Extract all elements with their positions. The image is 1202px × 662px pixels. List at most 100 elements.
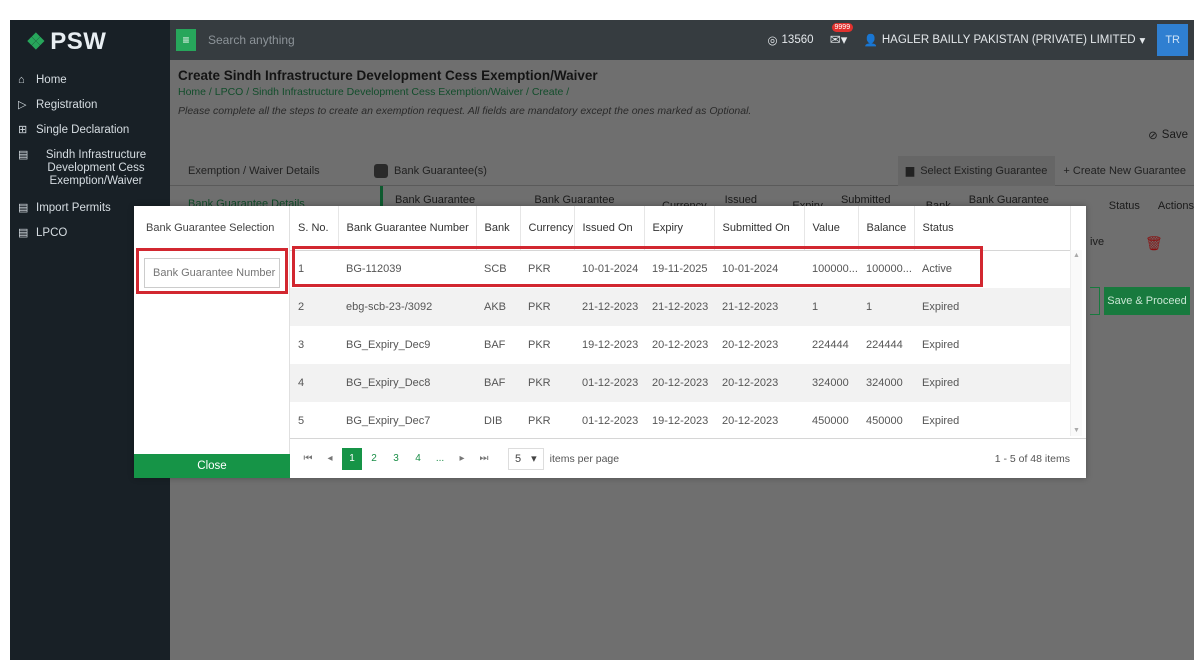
table-cell: 19-12-2023	[582, 339, 639, 351]
prev-page-icon[interactable]: ◂	[320, 448, 340, 470]
bg-column-header[interactable]: Status	[1109, 200, 1140, 212]
table-cell: BG_Expiry_Dec9	[346, 339, 431, 351]
tab-bank-guarantees[interactable]: Bank Guarantee(s)	[374, 163, 898, 178]
table-cell: 01-12-2023	[582, 415, 639, 427]
user-avatar[interactable]: TR	[1157, 24, 1188, 56]
table-cell: PKR	[520, 288, 574, 326]
page-link[interactable]: 3	[386, 448, 406, 470]
page-link[interactable]: 2	[364, 448, 384, 470]
column-header[interactable]: Bank Guarantee Number	[338, 206, 477, 251]
table-row[interactable]: 2 ebg-scb-23-/3092 AKB PKR 21-12-2023 21-12-2…	[290, 288, 1070, 326]
target-icon: ◎	[767, 35, 778, 47]
table-cell: 20-12-2023	[722, 415, 779, 427]
sidebar-item-registration[interactable]: ▷ Registration	[10, 95, 170, 116]
table-cell: PKR	[528, 415, 551, 427]
table-cell: Expired	[922, 339, 960, 351]
table-cell: 20-12-2023	[714, 364, 804, 402]
column-header[interactable]: Issued On	[574, 206, 645, 251]
page-link[interactable]: 1	[342, 447, 362, 470]
table-cell: 2	[290, 288, 338, 326]
select-existing-guarantee-button[interactable]: ▆ Select Existing Guarantee	[897, 155, 1056, 186]
sidebar-item-single-declaration[interactable]: ⊞ Single Declaration	[10, 120, 170, 141]
table-cell: Expired	[914, 364, 1070, 402]
topbar-right: ◎ 13560 9999 ✉▾ 👤 HAGLER BAILLY PAKISTAN (P…	[767, 23, 1188, 56]
scroll-up-icon[interactable]: ▲	[1073, 252, 1080, 259]
delete-icon[interactable]: 🗑	[1145, 235, 1163, 252]
sidebar-item-sindh-infrastructure-development-cess-exemption-waiver[interactable]: ▤ Sindh Infrastructure Development Cess E…	[10, 145, 170, 192]
registration-icon: ▷	[18, 99, 27, 111]
column-header[interactable]: Submitted On	[714, 206, 805, 251]
chevron-down-icon: ▾	[1139, 35, 1146, 47]
pagination: ⏮ ◂ 1 2 3 4... ▸ ⏭ 5 ▾ items per page 1 - 5 …	[290, 438, 1086, 478]
column-header[interactable]: Value	[804, 206, 859, 251]
last-page-icon[interactable]: ⏭	[474, 448, 494, 470]
scroll-down-icon[interactable]: ▼	[1073, 427, 1080, 434]
secondary-button-edge[interactable]	[1090, 287, 1100, 315]
create-new-guarantee-button[interactable]: + Create New Guarantee	[1055, 165, 1194, 177]
psw-logo[interactable]: ❖ PSW	[10, 20, 170, 64]
column-header[interactable]: Balance	[858, 206, 915, 251]
table-cell: DIB	[484, 415, 503, 427]
grid-scrollbar[interactable]: ▲ ▼	[1070, 250, 1082, 436]
table-cell: Expired	[922, 415, 960, 427]
highlight-search-input	[136, 248, 288, 294]
table-cell: 4	[290, 364, 338, 402]
notifications-button[interactable]: 9999 ✉▾	[826, 23, 854, 48]
table-cell: 1	[858, 288, 914, 326]
table-cell: 324000	[858, 364, 914, 402]
bank-guarantee-grid: S. No. Bank Guarantee Number Bank Currency I…	[290, 206, 1071, 440]
global-search[interactable]: Search anything	[208, 33, 767, 47]
table-cell: 1	[804, 288, 858, 326]
menu-toggle-button[interactable]: ≡	[176, 29, 196, 51]
column-header[interactable]: Bank	[476, 206, 521, 251]
page-link[interactable]: ...	[430, 448, 450, 470]
app-window: ❖ PSW ⌂ Home ▷ Registration ⊞ Single Declarati…	[10, 20, 1194, 660]
column-header[interactable]: Currency	[520, 206, 575, 251]
organization-menu[interactable]: 👤 HAGLER BAILLY PAKISTAN (PRIVATE) LIMITE…	[864, 33, 1146, 47]
table-cell: 19-12-2023	[652, 415, 709, 427]
bank-guarantee-status-cell: ive	[1090, 236, 1105, 248]
table-cell: 224444	[866, 339, 903, 351]
document-icon: ▤	[18, 202, 29, 214]
hamburger-icon: ≡	[182, 33, 190, 47]
pager-range: 1 - 5 of 48 items	[994, 452, 1070, 465]
save-and-proceed-button[interactable]: Save & Proceed	[1104, 287, 1190, 315]
column-header[interactable]: S. No.	[290, 206, 339, 251]
document-icon: ▤	[18, 227, 29, 239]
single-declaration-icon: ⊞	[18, 124, 28, 136]
column-header[interactable]: Expiry	[644, 206, 715, 251]
table-row[interactable]: 3 BG_Expiry_Dec9 BAF PKR 19-12-2023 20-12-202…	[290, 326, 1070, 364]
top-bar: ≡ Search anything ◎ 13560 9999 ✉▾ 👤 HAGLER …	[170, 20, 1194, 60]
page-numbers: 1 2 3 4...	[342, 447, 452, 470]
table-cell: 21-12-2023	[574, 288, 644, 326]
bg-column-header[interactable]: Actions	[1158, 200, 1194, 212]
table-cell: Expired	[914, 288, 1070, 326]
next-page-icon[interactable]: ▸	[452, 448, 472, 470]
breadcrumb[interactable]: Home / LPCO / Sindh Infrastructure Devel…	[178, 86, 569, 98]
page-link[interactable]: 4	[408, 448, 428, 470]
table-cell: 450000	[866, 415, 903, 427]
close-button[interactable]: Close	[134, 454, 290, 478]
highlight-first-row	[292, 246, 983, 287]
table-cell: 20-12-2023	[652, 339, 709, 351]
column-header[interactable]: Status	[914, 206, 1071, 251]
bank-guarantee-icon	[374, 163, 388, 178]
table-cell: BG_Expiry_Dec8	[338, 364, 476, 402]
table-row[interactable]: 4 BG_Expiry_Dec8 BAF PKR 01-12-2023 20-12-202…	[290, 364, 1070, 402]
counter[interactable]: ◎ 13560	[767, 33, 813, 47]
table-cell: 01-12-2023	[574, 364, 644, 402]
modal-title: Bank Guarantee Selection	[146, 222, 275, 234]
table-cell: BAF	[476, 364, 520, 402]
table-row[interactable]: 5 BG_Expiry_Dec7 DIB PKR 01-12-2023 19-12-202…	[290, 402, 1070, 440]
page-size-select[interactable]: 5 ▾	[508, 447, 544, 470]
tab-exemption-details[interactable]: Exemption / Waiver Details	[170, 165, 374, 177]
document-icon: ▤	[18, 149, 29, 161]
form-hint: Please complete all the steps to create …	[178, 105, 752, 117]
home-icon: ⌂	[18, 74, 25, 86]
table-cell: 5	[298, 415, 305, 427]
save-button[interactable]: ⊘ Save	[1148, 128, 1188, 142]
sidebar-item-home[interactable]: ⌂ Home	[10, 70, 170, 91]
table-cell: PKR	[520, 364, 574, 402]
first-page-icon[interactable]: ⏮	[298, 448, 318, 470]
psw-logo-icon: ❖	[26, 29, 47, 54]
